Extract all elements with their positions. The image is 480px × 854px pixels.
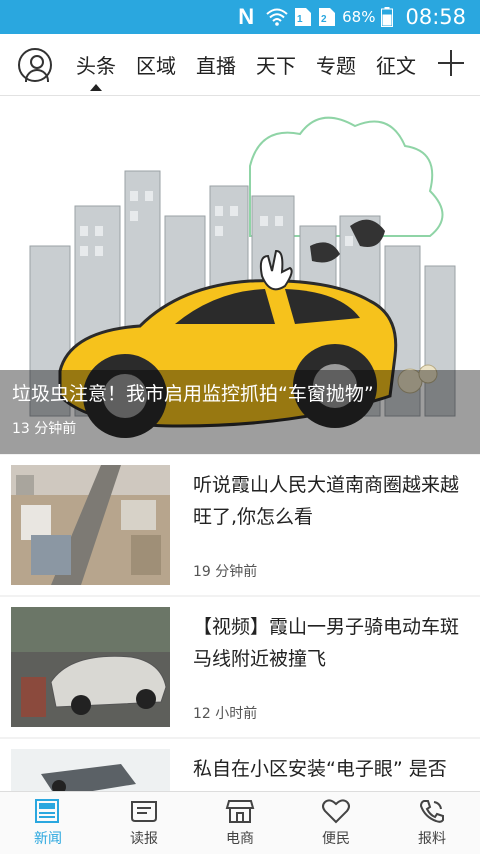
user-avatar-icon[interactable] (18, 47, 52, 82)
hero-caption: 垃圾虫注意！我市启用监控抓拍“车窗抛物” 13 分钟前 (0, 370, 480, 454)
battery-icon (381, 7, 394, 27)
app-root: N 1 2 68% 08:58 头条 区域 直播 天下 专题 征文 垃圾虫注意！… (0, 0, 480, 854)
clock: 08:58 (405, 5, 466, 29)
news-icon (35, 799, 59, 823)
bottom-tab-bar: 新闻 读报 电商 便民 报料 (0, 791, 480, 854)
sim1-icon: 1 (295, 8, 312, 26)
news-thumbnail (11, 607, 170, 727)
battery-percent: 68% (342, 8, 376, 26)
plus-icon[interactable] (438, 50, 464, 76)
tab-world[interactable]: 天下 (246, 34, 306, 95)
tab-region[interactable]: 区域 (126, 34, 186, 95)
tab-headlines[interactable]: 头条 (66, 34, 126, 95)
phone-icon (419, 800, 444, 823)
status-bar: N 1 2 68% 08:58 (0, 0, 480, 34)
news-item[interactable]: 听说霞山人民大道南商圈越来越旺了,你怎么看 19 分钟前 (0, 455, 480, 595)
news-title: 听说霞山人民大道南商圈越来越旺了,你怎么看 (193, 474, 460, 528)
news-thumbnail (11, 465, 170, 585)
bottom-tab-news[interactable]: 新闻 (0, 792, 96, 854)
hero-article[interactable]: 垃圾虫注意！我市启用监控抓拍“车窗抛物” 13 分钟前 (0, 96, 480, 454)
news-time: 19 分钟前 (193, 564, 258, 580)
heart-icon (322, 799, 350, 824)
bottom-tab-service[interactable]: 便民 (288, 792, 384, 854)
bottom-tab-report[interactable]: 报料 (384, 792, 480, 854)
bottom-tab-label: 电商 (226, 831, 254, 847)
sim2-icon: 2 (319, 8, 336, 26)
bottom-tab-label: 便民 (322, 831, 350, 847)
wifi-icon (266, 8, 288, 26)
hero-time: 13 分钟前 (12, 421, 77, 437)
tab-live[interactable]: 直播 (186, 34, 246, 95)
bottom-tab-label: 新闻 (34, 831, 62, 847)
bottom-tab-label: 报料 (418, 831, 446, 847)
channel-tabs: 头条 区域 直播 天下 专题 征文 (66, 34, 426, 95)
shop-icon (225, 800, 255, 823)
hero-title: 垃圾虫注意！我市启用监控抓拍“车窗抛物” (12, 383, 374, 405)
bottom-tab-shop[interactable]: 电商 (192, 792, 288, 854)
news-title: 【视频】霞山一男子骑电动车斑马线附近被撞飞 (193, 616, 460, 670)
top-nav: 头条 区域 直播 天下 专题 征文 (0, 34, 480, 96)
svg-text:1: 1 (297, 14, 303, 25)
newspaper-icon (131, 801, 157, 822)
n-notification-icon: N (238, 4, 255, 29)
news-item[interactable]: 【视频】霞山一男子骑电动车斑马线附近被撞飞 12 小时前 (0, 597, 480, 737)
bottom-tab-label: 读报 (130, 831, 158, 847)
bottom-tab-read[interactable]: 读报 (96, 792, 192, 854)
svg-text:2: 2 (321, 14, 327, 25)
news-time: 12 小时前 (193, 706, 258, 722)
tab-essay[interactable]: 征文 (366, 34, 426, 95)
tab-topics[interactable]: 专题 (306, 34, 366, 95)
